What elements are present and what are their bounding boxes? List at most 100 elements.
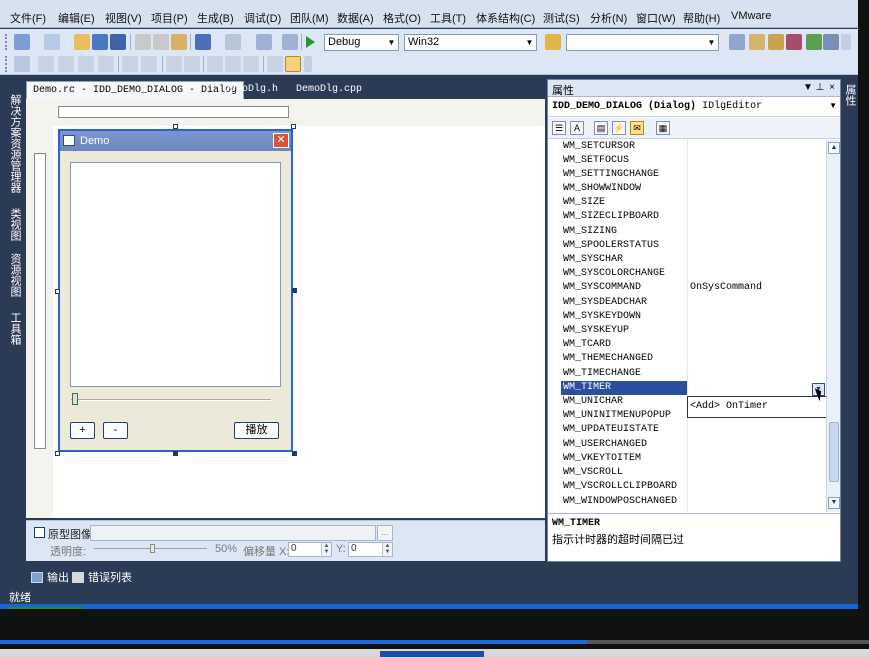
spinner-arrows-icon[interactable]: ▲ ▼ xyxy=(321,543,331,556)
solution-configuration-combo[interactable]: Debug ▼ xyxy=(324,34,399,51)
list-box[interactable] xyxy=(70,162,281,387)
space-down-icon[interactable] xyxy=(184,56,200,72)
plus-button[interactable]: + xyxy=(70,422,95,439)
space-across-icon[interactable] xyxy=(166,56,182,72)
tab-output[interactable]: 输出 xyxy=(31,569,69,585)
offset-x-spinner[interactable]: 0 ▲ ▼ xyxy=(288,542,332,557)
slider-thumb[interactable] xyxy=(72,393,78,405)
properties-icon[interactable]: ▤ xyxy=(594,121,608,135)
resize-handle[interactable] xyxy=(292,288,297,293)
menu-window[interactable]: 窗口(W) xyxy=(636,10,676,26)
spinner-arrows-icon[interactable]: ▲ ▼ xyxy=(382,543,392,556)
toolbar-options-icon[interactable] xyxy=(304,56,312,72)
save-all-icon[interactable] xyxy=(110,34,126,50)
center-horizontal-icon[interactable] xyxy=(141,56,157,72)
toggle-grid-icon[interactable] xyxy=(267,56,283,72)
solution-explorer-icon[interactable] xyxy=(729,34,745,50)
demo-dialog[interactable]: Demo ✕ + - 播放 xyxy=(58,129,293,452)
resize-handle[interactable] xyxy=(173,451,178,456)
play-button[interactable]: 播放 xyxy=(234,422,279,439)
class-view-tab[interactable]: 类视图 xyxy=(6,208,23,241)
toolbar-options-icon[interactable] xyxy=(841,34,851,50)
undo-icon[interactable] xyxy=(195,34,211,50)
redo-icon[interactable] xyxy=(225,34,241,50)
scrollbar-thumb[interactable] xyxy=(829,422,839,482)
menu-build[interactable]: 生成(B) xyxy=(197,10,234,26)
prototype-image-path-input[interactable] xyxy=(90,525,376,541)
menu-vmware[interactable]: VMware xyxy=(731,10,771,22)
center-vertical-icon[interactable] xyxy=(122,56,138,72)
menu-help[interactable]: 帮助(H) xyxy=(683,10,720,26)
dialog-title-bar[interactable]: Demo ✕ xyxy=(60,131,291,151)
find-combo[interactable]: ▼ xyxy=(566,34,719,51)
offset-y-spinner[interactable]: 0 ▲ ▼ xyxy=(348,542,393,557)
video-progress-bar[interactable] xyxy=(0,640,587,644)
slider-track[interactable] xyxy=(71,399,271,401)
menu-tools[interactable]: 工具(T) xyxy=(430,10,466,26)
paste-icon[interactable] xyxy=(171,34,187,50)
menu-debug[interactable]: 调试(D) xyxy=(244,10,281,26)
window-position-icon[interactable]: ▼ xyxy=(802,81,814,95)
copy-icon[interactable] xyxy=(153,34,169,50)
tab-demo-rc[interactable]: Demo.rc - IDD_DEMO_DIALOG - Dialog xyxy=(26,81,245,99)
menu-team[interactable]: 团队(M) xyxy=(290,10,329,26)
transparency-slider-thumb[interactable] xyxy=(150,544,155,553)
start-page-icon[interactable] xyxy=(806,34,822,50)
open-file-icon[interactable] xyxy=(74,34,90,50)
properties-scrollbar[interactable]: ▲ ▼ xyxy=(826,140,840,512)
minus-button[interactable]: - xyxy=(103,422,128,439)
close-icon[interactable]: ✕ xyxy=(273,133,289,148)
scroll-down-icon[interactable]: ▼ xyxy=(828,497,840,509)
toggle-guides-icon[interactable] xyxy=(285,56,301,72)
solution-platform-combo[interactable]: Win32 ▼ xyxy=(404,34,537,51)
add-item-icon[interactable] xyxy=(44,34,60,50)
auto-hide-icon[interactable]: ⊥ xyxy=(814,81,826,95)
handler-dropdown[interactable]: <Add> OnTimer xyxy=(687,396,827,418)
solution-explorer-tab[interactable]: 解决方案资源管理器 xyxy=(6,94,23,193)
menu-view[interactable]: 视图(V) xyxy=(105,10,142,26)
make-same-width-icon[interactable] xyxy=(207,56,223,72)
resource-view-tab[interactable]: 资源视图 xyxy=(6,253,23,297)
video-control-segment[interactable] xyxy=(380,651,484,657)
start-debugging-icon[interactable] xyxy=(306,36,315,48)
navigate-forward-icon[interactable] xyxy=(282,34,298,50)
toolbox-tab[interactable]: 工具箱 xyxy=(6,312,23,345)
align-bottoms-icon[interactable] xyxy=(98,56,114,72)
menu-analyze[interactable]: 分析(N) xyxy=(590,10,627,26)
menu-architecture[interactable]: 体系结构(C) xyxy=(476,10,535,26)
make-same-height-icon[interactable] xyxy=(225,56,241,72)
toolbar-grip[interactable] xyxy=(5,56,8,72)
menu-format[interactable]: 格式(O) xyxy=(383,10,421,26)
menu-project[interactable]: 项目(P) xyxy=(151,10,188,26)
vertical-ruler[interactable] xyxy=(34,153,46,449)
find-in-files-icon[interactable] xyxy=(545,34,561,50)
close-icon[interactable]: × xyxy=(826,81,838,95)
resize-handle[interactable] xyxy=(292,451,297,456)
menu-test[interactable]: 测试(S) xyxy=(543,10,580,26)
properties-title-bar[interactable]: 属性 ▼ ⊥ × xyxy=(548,80,840,97)
control-events-icon[interactable]: ⚡ xyxy=(612,121,626,135)
properties-window-icon[interactable] xyxy=(749,34,765,50)
properties-dock-tab[interactable]: 属性 xyxy=(842,84,858,106)
alphabetical-icon[interactable]: A xyxy=(570,121,584,135)
menu-edit[interactable]: 编辑(E) xyxy=(58,10,95,26)
video-progress-remaining[interactable] xyxy=(587,640,869,644)
messages-icon[interactable]: ✉ xyxy=(630,121,644,135)
save-icon[interactable] xyxy=(92,34,108,50)
menu-file[interactable]: 文件(F) xyxy=(10,10,46,26)
handler-dropdown-option[interactable]: <Add> OnTimer xyxy=(690,401,768,412)
prototype-image-checkbox[interactable] xyxy=(34,527,45,538)
object-browser-icon[interactable] xyxy=(768,34,784,50)
toolbar-grip[interactable] xyxy=(5,34,8,50)
categorized-icon[interactable]: ☰ xyxy=(552,121,566,135)
make-same-size-icon[interactable] xyxy=(243,56,259,72)
horizontal-ruler[interactable] xyxy=(58,106,289,118)
align-rights-icon[interactable] xyxy=(58,56,74,72)
scroll-up-icon[interactable]: ▲ xyxy=(828,142,840,154)
menu-data[interactable]: 数据(A) xyxy=(337,10,374,26)
tab-demodlg-h[interactable]: DemoDlg.h xyxy=(218,81,284,99)
new-project-icon[interactable] xyxy=(14,34,30,50)
align-lefts-icon[interactable] xyxy=(38,56,54,72)
browse-button[interactable]: ... xyxy=(377,525,393,541)
extension-manager-icon[interactable] xyxy=(823,34,839,50)
